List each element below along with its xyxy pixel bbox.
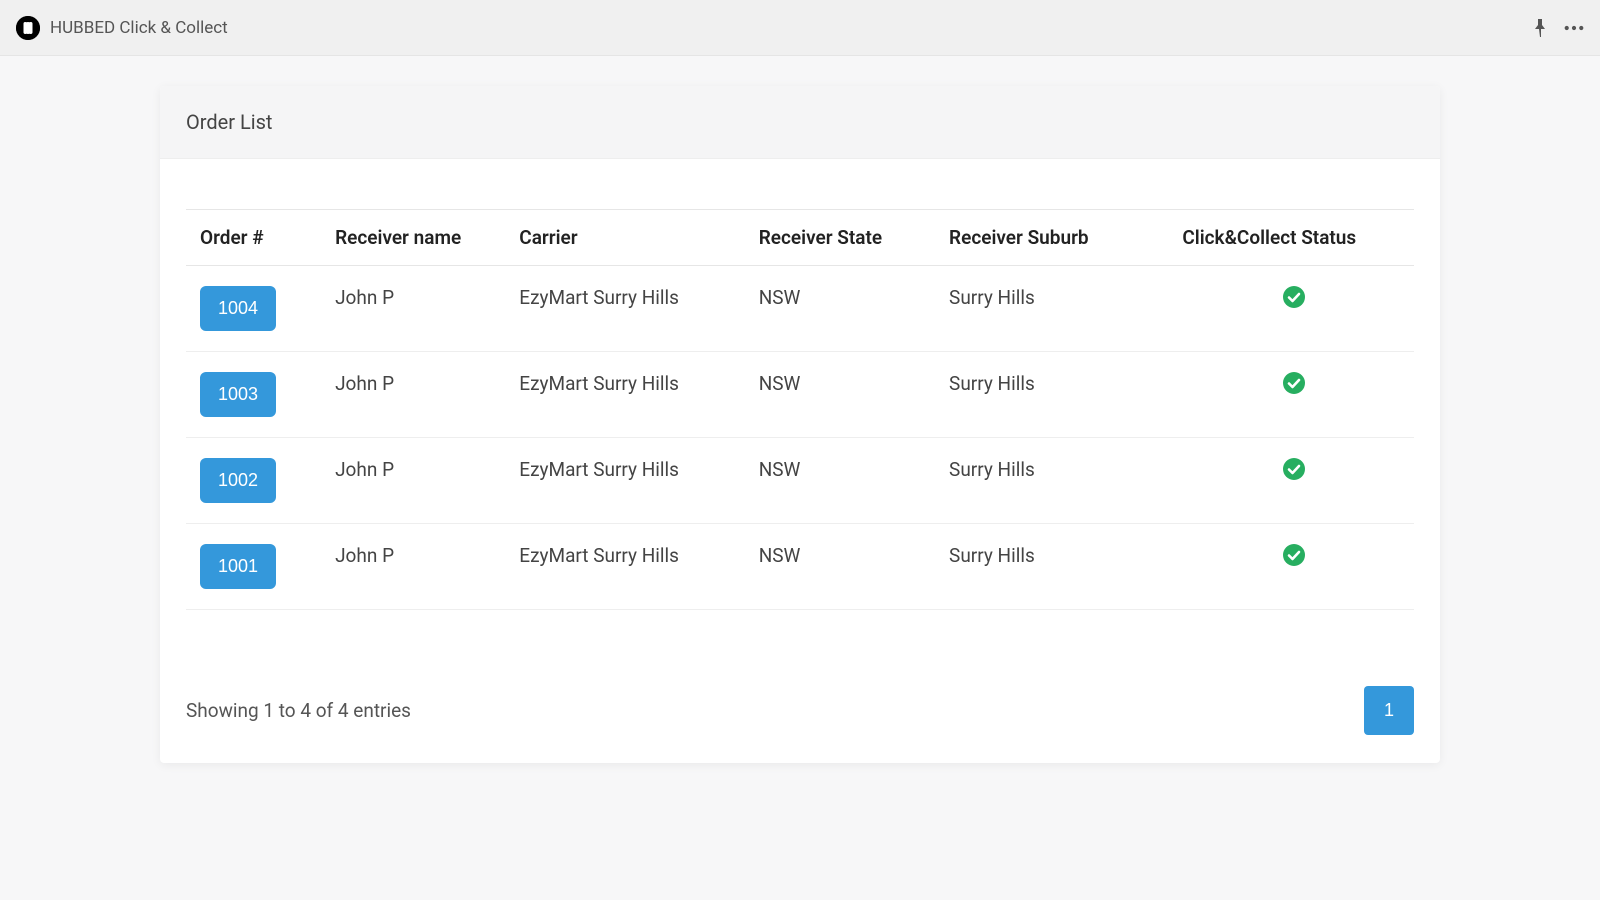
cell-receiver-name: John P [321,524,505,610]
card-title: Order List [160,86,1440,159]
cell-carrier: EzyMart Surry Hills [505,352,744,438]
cell-receiver-name: John P [321,438,505,524]
table-row: 1003 John PEzyMart Surry HillsNSWSurry Hi… [186,352,1414,438]
card-footer: Showing 1 to 4 of 4 entries 1 [160,638,1440,763]
orders-table: Order # Receiver name Carrier Receiver S… [186,209,1414,610]
order-button[interactable]: 1002 [200,458,276,503]
cell-status [1168,438,1414,524]
table-header-row: Order # Receiver name Carrier Receiver S… [186,210,1414,266]
more-icon[interactable] [1564,18,1584,38]
col-receiver-state[interactable]: Receiver State [745,210,935,266]
order-button[interactable]: 1003 [200,372,276,417]
table-body: 1004John PEzyMart Surry HillsNSWSurry Hi… [186,266,1414,610]
app-logo-icon [16,16,40,40]
cell-receiver-suburb: Surry Hills [935,438,1168,524]
cell-status [1168,266,1414,352]
col-status[interactable]: Click&Collect Status [1168,210,1414,266]
order-button[interactable]: 1004 [200,286,276,331]
pagination-summary: Showing 1 to 4 of 4 entries [186,699,411,722]
cell-status [1168,524,1414,610]
cell-order: 1004 [186,266,321,352]
cell-order: 1001 [186,524,321,610]
app-title: HUBBED Click & Collect [50,18,228,38]
header-left: HUBBED Click & Collect [16,16,228,40]
cell-carrier: EzyMart Surry Hills [505,524,744,610]
cell-receiver-name: John P [321,352,505,438]
check-circle-icon [1283,286,1305,308]
order-list-card: Order List Order # Receiver name Carrier [160,86,1440,763]
order-button[interactable]: 1001 [200,544,276,589]
cell-status [1168,352,1414,438]
col-receiver-name[interactable]: Receiver name [321,210,505,266]
table-row: 1002 John PEzyMart Surry HillsNSWSurry Hi… [186,438,1414,524]
cell-receiver-state: NSW [745,524,935,610]
cell-receiver-state: NSW [745,266,935,352]
cell-carrier: EzyMart Surry Hills [505,266,744,352]
table-row: 1004 John PEzyMart Surry HillsNSWSurry Hi… [186,266,1414,352]
col-receiver-suburb[interactable]: Receiver Suburb [935,210,1168,266]
table-row: 1001 John PEzyMart Surry HillsNSWSurry Hi… [186,524,1414,610]
page-container: Order List Order # Receiver name Carrier [0,56,1600,763]
cell-receiver-suburb: Surry Hills [935,352,1168,438]
card-body: Order # Receiver name Carrier Receiver S… [160,159,1440,638]
app-header: HUBBED Click & Collect [0,0,1600,56]
pin-icon[interactable] [1530,18,1550,38]
header-right [1530,18,1584,38]
cell-order: 1003 [186,352,321,438]
check-circle-icon [1283,544,1305,566]
col-order[interactable]: Order # [186,210,321,266]
cell-carrier: EzyMart Surry Hills [505,438,744,524]
cell-receiver-suburb: Surry Hills [935,266,1168,352]
cell-receiver-state: NSW [745,352,935,438]
page-button[interactable]: 1 [1364,686,1414,735]
pagination: 1 [1364,686,1414,735]
col-carrier[interactable]: Carrier [505,210,744,266]
check-circle-icon [1283,372,1305,394]
cell-receiver-name: John P [321,266,505,352]
check-circle-icon [1283,458,1305,480]
cell-order: 1002 [186,438,321,524]
cell-receiver-suburb: Surry Hills [935,524,1168,610]
cell-receiver-state: NSW [745,438,935,524]
